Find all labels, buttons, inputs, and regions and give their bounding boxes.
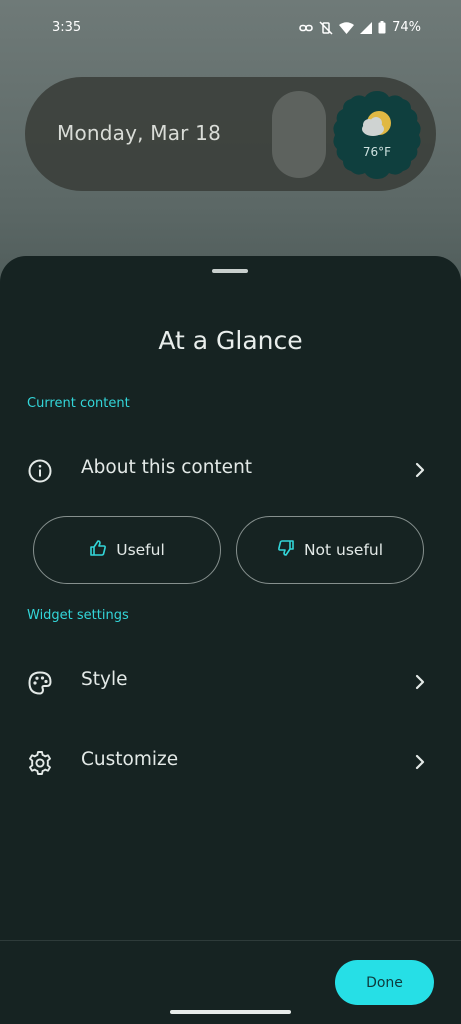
status-bar: 3:35 74% (0, 0, 461, 58)
drag-handle[interactable] (212, 269, 248, 273)
bottom-sheet: At a Glance Current content About this c… (0, 256, 461, 1024)
signal-icon (360, 21, 373, 34)
palette-icon (27, 670, 53, 696)
not-useful-button[interactable]: Not useful (236, 516, 424, 584)
wifi-icon (339, 21, 355, 34)
gesture-nav-handle[interactable] (170, 1010, 291, 1014)
section-label-widget-settings: Widget settings (27, 608, 129, 623)
customize-label: Customize (81, 749, 179, 770)
chevron-right-icon (413, 753, 427, 771)
style-label: Style (81, 669, 128, 690)
done-button[interactable]: Done (335, 960, 434, 1005)
done-label: Done (366, 974, 403, 991)
footer-divider (0, 940, 461, 941)
useful-button[interactable]: Useful (33, 516, 221, 584)
about-this-content-label: About this content (81, 457, 253, 478)
gear-icon (27, 750, 53, 776)
battery-icon (378, 21, 386, 34)
style-row[interactable]: Style (0, 653, 461, 711)
status-icons: 74% (299, 20, 421, 35)
section-label-current-content: Current content (27, 396, 130, 411)
widget-date[interactable]: Monday, Mar 18 (57, 121, 221, 145)
widget-placeholder-pill (272, 91, 326, 178)
weather-temperature: 76°F (362, 145, 392, 159)
link-icon (299, 23, 313, 33)
thumbs-down-icon (277, 539, 295, 561)
info-icon (27, 458, 53, 484)
about-this-content-row[interactable]: About this content (0, 441, 461, 499)
useful-label: Useful (116, 541, 165, 559)
battery-percent: 74% (392, 20, 421, 35)
vibrate-off-icon (319, 20, 333, 35)
customize-row[interactable]: Customize (0, 733, 461, 791)
sheet-title: At a Glance (158, 326, 303, 355)
not-useful-label: Not useful (303, 541, 384, 559)
chevron-right-icon (413, 673, 427, 691)
partly-cloudy-icon (359, 109, 395, 145)
weather-chip[interactable]: 76°F (331, 89, 423, 181)
thumbs-up-icon (89, 539, 107, 561)
status-time: 3:35 (52, 20, 82, 35)
at-a-glance-widget[interactable]: Monday, Mar 18 76°F (25, 77, 436, 191)
chevron-right-icon (413, 461, 427, 479)
